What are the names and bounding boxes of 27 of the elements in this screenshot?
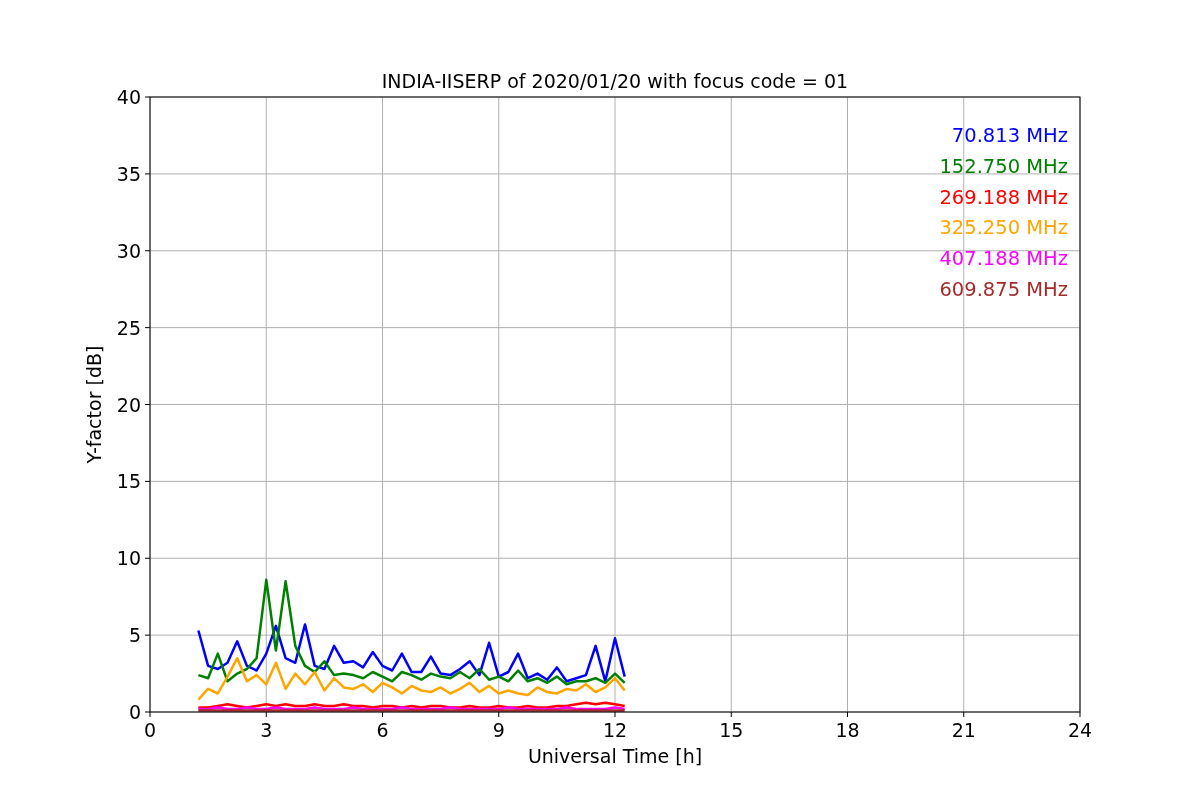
x-tick-label: 21: [951, 719, 976, 741]
y-tick-label: 35: [116, 162, 141, 185]
x-tick-label: 24: [1067, 719, 1093, 741]
y-tick-label: 10: [116, 547, 141, 570]
x-tick-label: 0: [143, 719, 157, 741]
legend-label: 269.188 MHz: [939, 185, 1068, 209]
x-tick-label: 9: [492, 719, 505, 741]
legend-label: 70.813 MHz: [951, 124, 1068, 147]
x-tick-label: 18: [835, 719, 860, 741]
x-tick-label: 15: [719, 719, 744, 741]
x-tick-label: 12: [602, 719, 628, 741]
legend-label: 609.875 MHz: [939, 278, 1068, 301]
y-axis-label: Y-factor [dB]: [83, 345, 105, 464]
y-tick-label: 30: [116, 239, 141, 262]
x-tick-label: 6: [376, 719, 389, 741]
chart-title: INDIA-IISERP of 2020/01/20 with focus code = 01: [381, 70, 849, 92]
legend-label: 407.188 MHz: [939, 247, 1068, 271]
y-tick-label: 5: [128, 624, 141, 647]
legend-label: 325.250 MHz: [939, 216, 1068, 240]
y-tick-label: 25: [116, 316, 141, 339]
y-tick-label: 0: [128, 701, 141, 723]
legend-label: 152.750 MHz: [939, 154, 1068, 178]
y-tick-label: 40: [116, 86, 141, 108]
x-axis-label: Universal Time [h]: [527, 745, 703, 767]
y-tick-label: 15: [116, 470, 141, 493]
y-tick-label: 20: [116, 393, 141, 416]
x-tick-label: 3: [260, 719, 273, 741]
